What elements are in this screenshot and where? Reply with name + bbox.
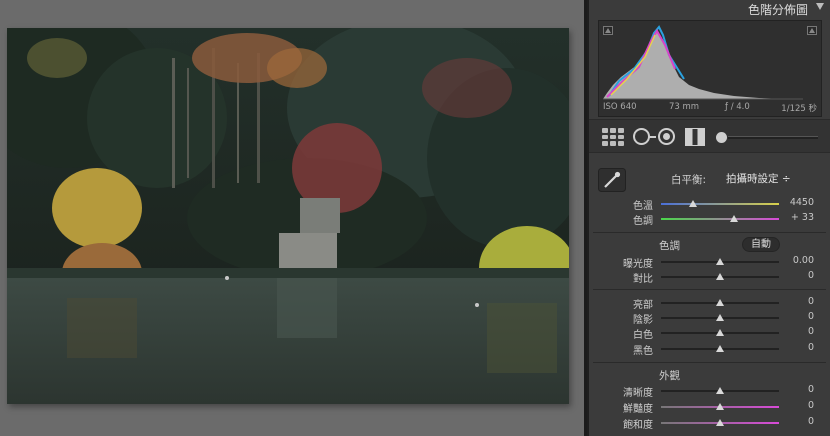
shadow-clipping-toggle[interactable] xyxy=(603,26,613,35)
aperture-readout: ƒ / 4.0 xyxy=(725,102,750,112)
spot-removal-icon[interactable] xyxy=(633,128,656,145)
saturation-value[interactable]: 0 xyxy=(774,416,814,427)
white-balance-label: 白平衡: xyxy=(671,174,707,186)
vibrance-label: 鮮豔度 xyxy=(623,404,653,415)
highlight-clipping-toggle[interactable] xyxy=(807,26,817,35)
whites-slider[interactable] xyxy=(661,329,779,336)
clarity-slider[interactable] xyxy=(661,387,779,394)
exposure-knob-icon[interactable] xyxy=(716,258,724,265)
divider xyxy=(593,232,826,233)
photo-canvas[interactable] xyxy=(0,0,584,436)
highlights-knob-icon[interactable] xyxy=(716,299,724,306)
highlights-slider[interactable] xyxy=(661,299,779,306)
shadows-value[interactable]: 0 xyxy=(774,311,814,322)
tint-slider[interactable] xyxy=(661,215,779,222)
photo-image xyxy=(7,28,569,404)
divider xyxy=(593,362,826,363)
saturation-knob-icon[interactable] xyxy=(716,419,724,426)
contrast-slider[interactable] xyxy=(661,273,779,280)
shadows-slider-row[interactable]: 陰影 0 xyxy=(589,311,830,326)
whites-slider-row[interactable]: 白色 0 xyxy=(589,326,830,341)
iso-readout: ISO 640 xyxy=(603,102,637,112)
brush-knob-icon[interactable] xyxy=(716,132,727,143)
blacks-slider[interactable] xyxy=(661,345,779,352)
whites-value[interactable]: 0 xyxy=(774,326,814,337)
temp-slider-row[interactable]: 色溫 4450 xyxy=(589,197,830,212)
blacks-label: 黑色 xyxy=(633,346,653,357)
shadows-label: 陰影 xyxy=(633,315,653,326)
red-eye-icon[interactable] xyxy=(658,128,675,145)
crop-grid-icon[interactable] xyxy=(602,128,624,146)
contrast-slider-row[interactable]: 對比 0 xyxy=(589,270,830,285)
exposure-slider-row[interactable]: 曝光度 0.00 xyxy=(589,255,830,270)
contrast-knob-icon[interactable] xyxy=(716,273,724,280)
saturation-slider-row[interactable]: 飽和度 0 xyxy=(589,416,830,431)
blacks-knob-icon[interactable] xyxy=(716,345,724,352)
blacks-slider-row[interactable]: 黑色 0 xyxy=(589,342,830,357)
presence-title: 外觀 xyxy=(659,370,680,382)
shutter-readout: 1/125 秒 xyxy=(781,104,817,114)
collapse-arrow-icon[interactable] xyxy=(816,3,824,10)
tint-slider-row[interactable]: 色調 + 33 xyxy=(589,212,830,227)
highlights-label: 亮部 xyxy=(633,300,653,311)
contrast-value[interactable]: 0 xyxy=(774,270,814,281)
exposure-slider[interactable] xyxy=(661,258,779,265)
develop-panel: 色階分佈圖 ISO 640 73 mm ƒ / 4.0 1/125 秒 白平衡:… xyxy=(587,0,830,436)
temp-slider[interactable] xyxy=(661,200,779,207)
graduated-filter-icon[interactable] xyxy=(685,128,705,146)
shadows-slider[interactable] xyxy=(661,314,779,321)
focal-length-readout: 73 mm xyxy=(669,102,700,112)
adjustment-brush-slider[interactable] xyxy=(716,132,820,143)
highlights-slider-row[interactable]: 亮部 0 xyxy=(589,296,830,311)
exposure-value[interactable]: 0.00 xyxy=(774,255,814,266)
white-balance-select[interactable]: 拍攝時設定 ÷ xyxy=(726,171,791,186)
temp-value[interactable]: 4450 xyxy=(774,197,814,208)
histogram[interactable]: ISO 640 73 mm ƒ / 4.0 1/125 秒 xyxy=(598,20,822,117)
contrast-label: 對比 xyxy=(633,274,653,285)
vibrance-knob-icon[interactable] xyxy=(716,403,724,410)
whites-knob-icon[interactable] xyxy=(716,329,724,336)
divider xyxy=(593,289,826,290)
vibrance-slider[interactable] xyxy=(661,403,779,410)
saturation-label: 飽和度 xyxy=(623,420,653,431)
clarity-knob-icon[interactable] xyxy=(716,387,724,394)
auto-tone-button[interactable]: 自動 xyxy=(742,237,780,252)
temp-knob-icon[interactable] xyxy=(688,200,697,207)
clarity-label: 清晰度 xyxy=(623,388,653,399)
vibrance-value[interactable]: 0 xyxy=(774,400,814,411)
photo-preview[interactable] xyxy=(7,28,569,404)
saturation-slider[interactable] xyxy=(661,419,779,426)
tint-label: 色調 xyxy=(633,216,653,227)
white-balance-row: 白平衡: 拍攝時設定 ÷ xyxy=(589,168,830,190)
clarity-value[interactable]: 0 xyxy=(774,384,814,395)
exposure-label: 曝光度 xyxy=(623,259,653,270)
highlights-value[interactable]: 0 xyxy=(774,296,814,307)
whites-label: 白色 xyxy=(633,330,653,341)
tint-value[interactable]: + 33 xyxy=(774,212,814,223)
histogram-header[interactable]: 色階分佈圖 xyxy=(589,0,830,18)
vibrance-slider-row[interactable]: 鮮豔度 0 xyxy=(589,400,830,415)
clarity-slider-row[interactable]: 清晰度 0 xyxy=(589,384,830,399)
blacks-value[interactable]: 0 xyxy=(774,342,814,353)
histogram-title: 色階分佈圖 xyxy=(747,3,808,17)
tool-strip xyxy=(589,119,830,153)
temp-label: 色溫 xyxy=(633,201,653,212)
tone-title: 色調 xyxy=(659,240,680,252)
shadows-knob-icon[interactable] xyxy=(716,314,724,321)
tint-knob-icon[interactable] xyxy=(730,215,739,222)
